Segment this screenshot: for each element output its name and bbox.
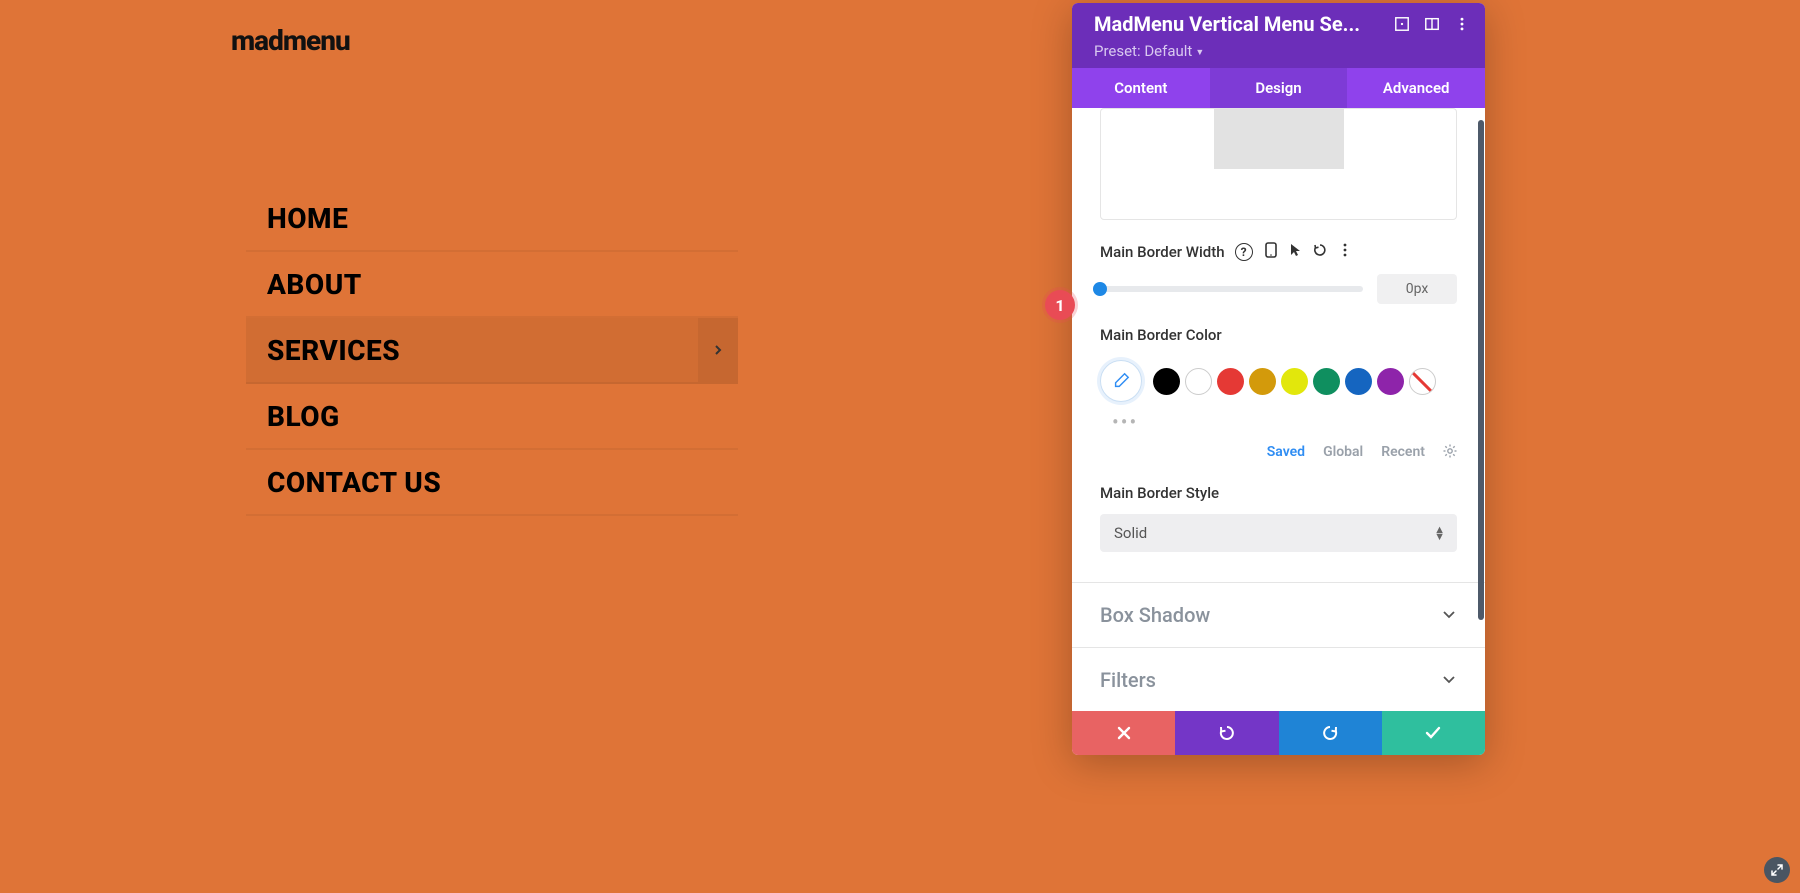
menu-item-label: SERVICES (267, 334, 400, 367)
vertical-menu: HOME ABOUT SERVICES BLOG CONTACT US (246, 186, 738, 516)
swatch-tab-global[interactable]: Global (1323, 444, 1363, 462)
setting-border-color: Main Border Color ••• (1100, 326, 1457, 434)
accordion-filters[interactable]: Filters (1072, 647, 1485, 711)
swatch-purple[interactable] (1377, 368, 1404, 395)
reset-icon[interactable] (1313, 243, 1327, 261)
chevron-down-icon (1441, 672, 1457, 688)
accordion-label: Box Shadow (1100, 603, 1210, 627)
submenu-toggle[interactable] (698, 318, 738, 382)
border-style-label: Main Border Style (1100, 484, 1219, 502)
swatch-tab-recent[interactable]: Recent (1381, 444, 1425, 462)
select-updown-icon: ▲▼ (1434, 526, 1445, 540)
kebab-icon[interactable] (1339, 243, 1351, 261)
confirm-button[interactable] (1382, 711, 1485, 755)
swatch-tab-saved[interactable]: Saved (1267, 444, 1305, 462)
menu-item-label: HOME (267, 202, 348, 235)
tab-content[interactable]: Content (1072, 68, 1210, 108)
resize-handle[interactable] (1764, 857, 1790, 883)
swatch-teal[interactable] (1313, 368, 1340, 395)
swatch-palette-tabs: Saved Global Recent (1072, 444, 1485, 462)
swatch-blue[interactable] (1345, 368, 1372, 395)
redo-icon (1321, 724, 1339, 742)
menu-item-about[interactable]: ABOUT (246, 252, 738, 318)
expand-icon[interactable] (1393, 15, 1411, 33)
chevron-down-icon (1441, 607, 1457, 623)
preview-canvas: madmenu HOME ABOUT SERVICES BLOG CONTACT… (0, 0, 1800, 893)
swatch-yellow[interactable] (1281, 368, 1308, 395)
resize-icon (1770, 863, 1784, 877)
redo-button[interactable] (1279, 711, 1382, 755)
caret-down-icon: ▼ (1195, 47, 1204, 58)
help-icon[interactable]: ? (1235, 243, 1253, 261)
phone-icon[interactable] (1265, 242, 1277, 262)
preset-selector[interactable]: Preset: Default ▼ (1094, 42, 1471, 60)
panel-title: MadMenu Vertical Menu Se... (1094, 12, 1381, 36)
menu-item-label: BLOG (267, 400, 340, 433)
slider-thumb[interactable] (1093, 282, 1107, 296)
undo-button[interactable] (1175, 711, 1278, 755)
border-preview (1100, 108, 1457, 220)
check-icon (1424, 724, 1442, 742)
color-picker-button[interactable] (1100, 360, 1142, 402)
accordion-box-shadow[interactable]: Box Shadow (1072, 582, 1485, 647)
tab-advanced[interactable]: Advanced (1347, 68, 1485, 108)
cursor-icon[interactable] (1289, 243, 1301, 261)
tab-design[interactable]: Design (1210, 68, 1348, 108)
menu-item-contact[interactable]: CONTACT US (246, 450, 738, 516)
border-width-value[interactable]: 0px (1377, 274, 1457, 304)
menu-item-home[interactable]: HOME (246, 186, 738, 252)
panel-body: Main Border Width ? 0px Main Border Colo… (1072, 108, 1485, 711)
chevron-right-icon (713, 345, 723, 355)
scrollbar[interactable] (1478, 120, 1484, 620)
menu-item-blog[interactable]: BLOG (246, 384, 738, 450)
step-badge-1: 1 (1045, 290, 1075, 320)
swatch-white[interactable] (1185, 368, 1212, 395)
badge-number: 1 (1055, 296, 1064, 315)
more-swatches-icon[interactable]: ••• (1112, 410, 1457, 434)
menu-item-label: CONTACT US (267, 466, 441, 499)
panel-header: MadMenu Vertical Menu Se... Preset: Defa… (1072, 3, 1485, 68)
border-style-value: Solid (1114, 524, 1147, 542)
close-icon (1116, 725, 1132, 741)
setting-border-width: Main Border Width ? 0px (1100, 242, 1457, 304)
swatch-red[interactable] (1217, 368, 1244, 395)
columns-icon[interactable] (1423, 15, 1441, 33)
swatch-transparent[interactable] (1409, 368, 1436, 395)
setting-border-style: Main Border Style Solid ▲▼ (1100, 484, 1457, 552)
menu-item-label: ABOUT (267, 268, 362, 301)
panel-footer (1072, 711, 1485, 755)
site-logo: madmenu (231, 24, 350, 57)
panel-tabs: Content Design Advanced (1072, 68, 1485, 108)
border-width-slider[interactable] (1100, 286, 1363, 292)
cancel-button[interactable] (1072, 711, 1175, 755)
undo-icon (1218, 724, 1236, 742)
accordion-label: Filters (1100, 668, 1156, 692)
border-width-label: Main Border Width (1100, 243, 1225, 261)
gear-icon[interactable] (1443, 444, 1457, 462)
border-preview-inner (1214, 109, 1344, 169)
swatch-black[interactable] (1153, 368, 1180, 395)
menu-item-services[interactable]: SERVICES (246, 318, 738, 384)
eyedropper-icon (1112, 372, 1130, 390)
preset-label: Preset: Default (1094, 42, 1192, 60)
settings-panel: MadMenu Vertical Menu Se... Preset: Defa… (1072, 3, 1485, 755)
kebab-menu-icon[interactable] (1453, 15, 1471, 33)
border-color-label: Main Border Color (1100, 326, 1222, 344)
border-style-select[interactable]: Solid ▲▼ (1100, 514, 1457, 552)
swatch-orange[interactable] (1249, 368, 1276, 395)
